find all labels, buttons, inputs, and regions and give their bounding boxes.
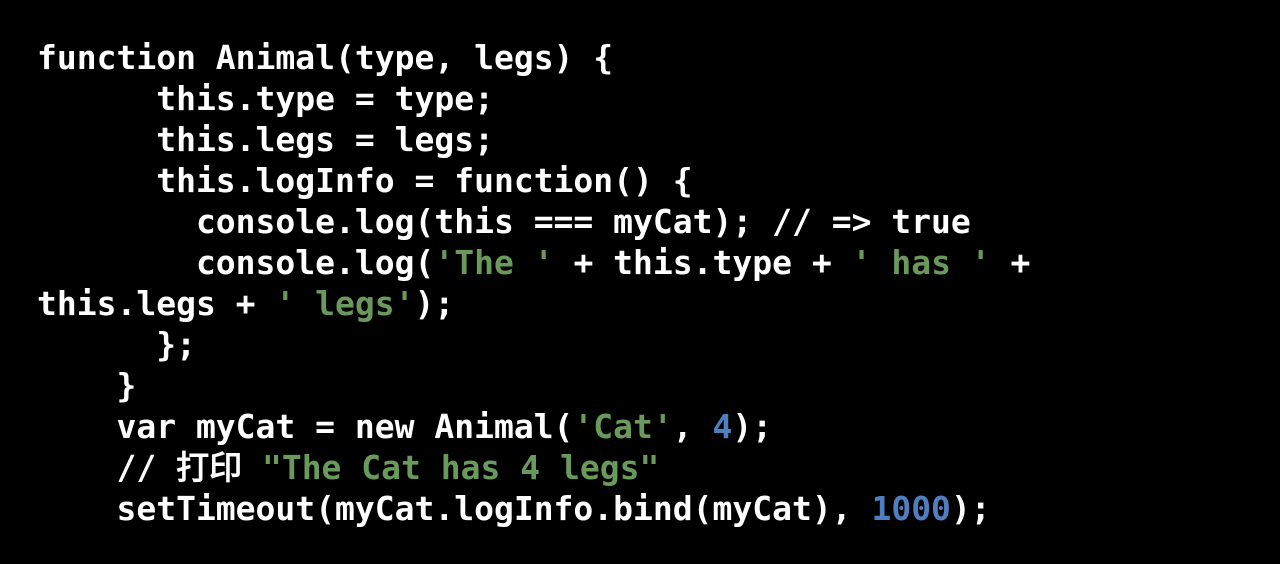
code-line: this.legs = legs; [37, 119, 1030, 160]
code-line: function Animal(type, legs) { [37, 37, 1030, 78]
code-line: // 打印 "The Cat has 4 legs" [37, 447, 1030, 488]
code-token: ); [414, 284, 455, 323]
string-literal: ' has ' [851, 243, 991, 282]
code-token: var myCat = new Animal( [37, 407, 574, 446]
code-token: } [37, 366, 137, 405]
code-line: this.logInfo = function() { [37, 160, 1030, 201]
code-token: this.logInfo = function() { [37, 161, 693, 200]
string-literal: "The Cat has 4 legs" [261, 448, 660, 487]
code-block: function Animal(type, legs) { this.type … [37, 37, 1030, 529]
code-line: }; [37, 324, 1030, 365]
comment-token: // 打印 [37, 448, 262, 487]
code-token: ); [950, 489, 991, 528]
code-token: function Animal(type, legs) { [37, 38, 614, 77]
code-line: console.log(this === myCat); // => true [37, 201, 1030, 242]
code-token: , [672, 407, 713, 446]
code-token: + [990, 243, 1031, 282]
string-literal: ' legs' [275, 284, 415, 323]
code-token: ); [732, 407, 773, 446]
code-line: console.log('The ' + this.type + ' has '… [37, 242, 1030, 283]
code-token: this.legs + [37, 284, 276, 323]
string-literal: 'The ' [434, 243, 554, 282]
code-token: }; [37, 325, 196, 364]
number-literal: 4 [712, 407, 733, 446]
code-token: this.type = type; [37, 79, 494, 118]
code-token: this.legs = legs; [37, 120, 494, 159]
code-line: } [37, 365, 1030, 406]
number-literal: 1000 [871, 489, 951, 528]
code-token: + this.type + [553, 243, 852, 282]
code-token: console.log( [37, 243, 435, 282]
code-line: this.legs + ' legs'); [37, 283, 1030, 324]
string-literal: 'Cat' [573, 407, 673, 446]
code-line: this.type = type; [37, 78, 1030, 119]
code-token: console.log(this === myCat); // => true [37, 202, 971, 241]
code-line: setTimeout(myCat.logInfo.bind(myCat), 10… [37, 488, 1030, 529]
code-token: setTimeout(myCat.logInfo.bind(myCat), [37, 489, 872, 528]
code-line: var myCat = new Animal('Cat', 4); [37, 406, 1030, 447]
